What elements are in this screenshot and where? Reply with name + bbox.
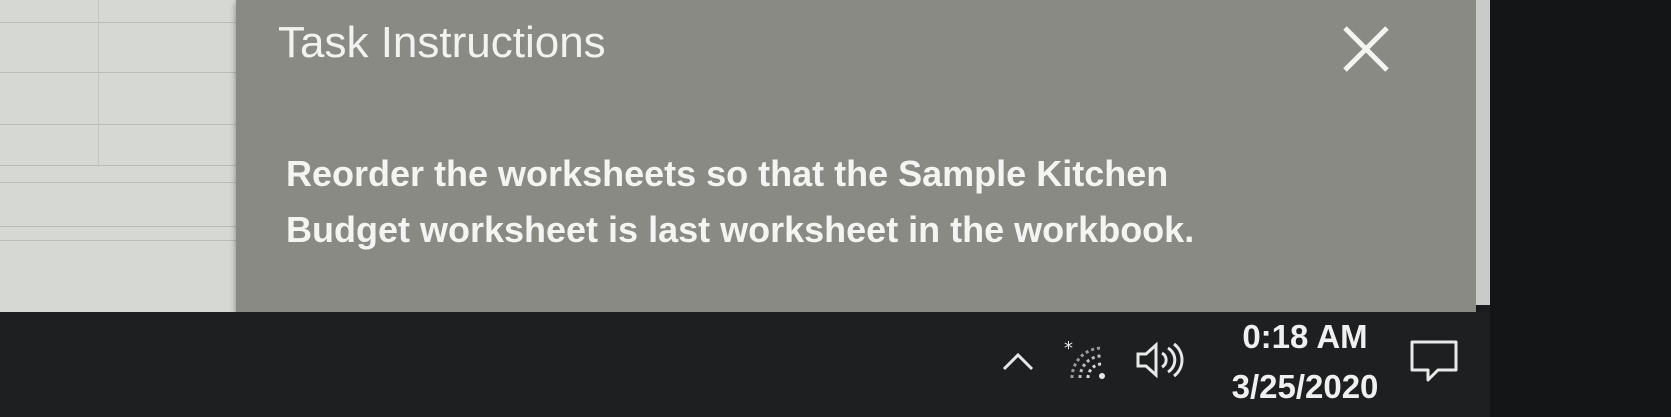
instruction-line: Budget worksheet is last worksheet in th… xyxy=(286,209,1195,250)
clock-time: 0:18 AM xyxy=(1242,318,1368,355)
grid-line xyxy=(0,22,250,23)
grid-line xyxy=(0,124,250,125)
instruction-line: Reorder the worksheets so that the Sampl… xyxy=(286,153,1169,194)
network-button[interactable]: * xyxy=(1062,338,1114,382)
spreadsheet-background xyxy=(0,0,250,312)
action-center-button[interactable] xyxy=(1408,336,1460,391)
clock-date: 3/25/2020 xyxy=(1231,368,1379,405)
volume-button[interactable] xyxy=(1132,340,1184,380)
grid-line xyxy=(98,0,99,165)
volume-icon xyxy=(1136,341,1184,379)
close-x-icon xyxy=(1343,26,1389,72)
grid-line xyxy=(0,240,250,241)
grid-line xyxy=(0,182,250,183)
task-instructions-panel: Task Instructions Reorder the worksheets… xyxy=(236,0,1476,313)
show-hidden-icons-button[interactable] xyxy=(1000,350,1036,372)
close-button[interactable] xyxy=(1331,14,1401,84)
taskbar-clock[interactable]: 0:18 AM 3/25/2020 xyxy=(1210,312,1400,412)
grid-line xyxy=(0,72,250,73)
grid-line xyxy=(0,226,250,227)
wifi-icon: * xyxy=(1064,338,1105,379)
chevron-up-icon xyxy=(1002,352,1034,371)
grid-line xyxy=(0,165,250,166)
svg-text:*: * xyxy=(1064,338,1073,359)
window-edge xyxy=(1476,0,1490,305)
instruction-text: Reorder the worksheets so that the Sampl… xyxy=(286,146,1436,258)
notification-icon xyxy=(1410,340,1458,382)
panel-title: Task Instructions xyxy=(278,18,606,67)
screen-bezel xyxy=(1490,0,1671,417)
